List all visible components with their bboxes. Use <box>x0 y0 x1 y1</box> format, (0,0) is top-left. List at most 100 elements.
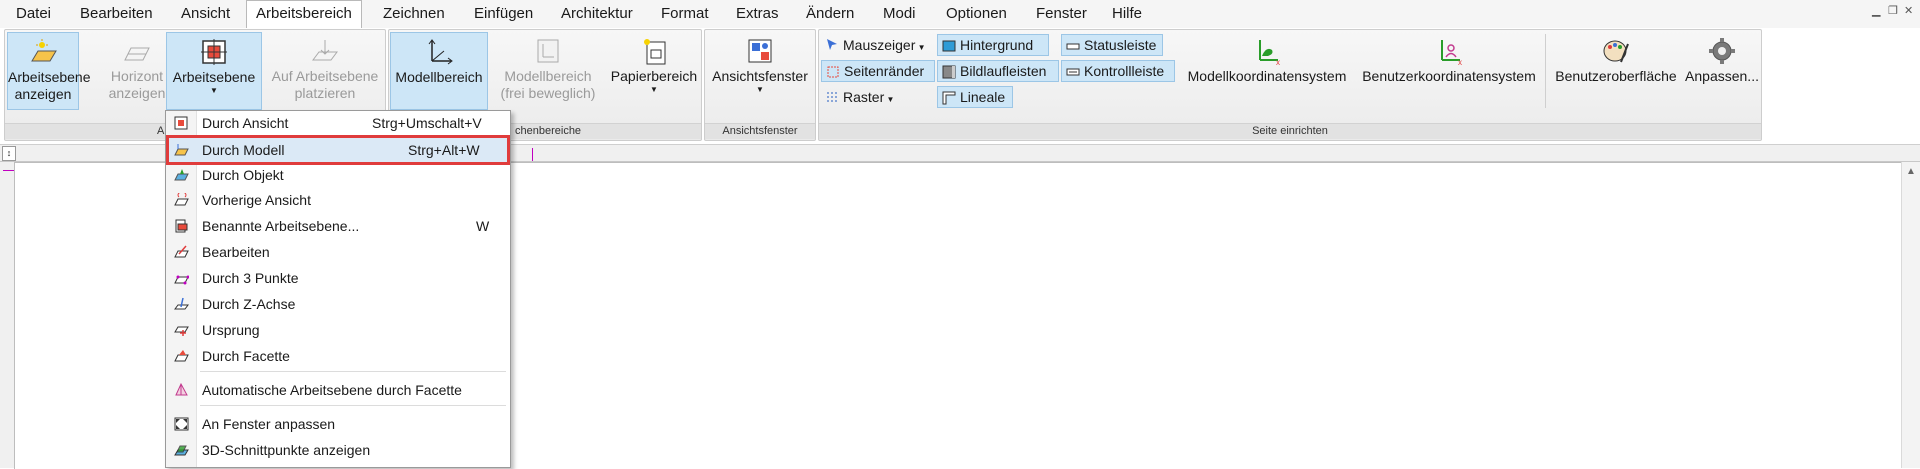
menu-item-automatische-arbeitsebene[interactable]: Automatische Arbeitsebene durch Facette <box>166 377 508 403</box>
menu-extras[interactable]: Extras <box>736 5 779 22</box>
label: Bildlaufleisten <box>960 63 1047 79</box>
show-workplane-icon <box>31 39 57 62</box>
menu-item-durch-modell[interactable]: Durch Modell Strg+Alt+W <box>166 137 508 163</box>
label: Mauszeiger <box>843 37 916 53</box>
menu-hilfe[interactable]: Hilfe <box>1112 5 1142 22</box>
item-label: Durch Z-Achse <box>202 296 296 312</box>
arbeitsebene-dropdown-button[interactable]: Arbeitsebene ▼ <box>166 32 262 110</box>
seitenraender-button[interactable]: Seitenränder <box>821 60 935 82</box>
label: Modellbereich <box>395 69 483 85</box>
modellkoordinatensystem-button[interactable]: x Modellkoordinatensystem <box>1179 32 1355 110</box>
raster-button[interactable]: Raster ▼ <box>821 86 901 108</box>
object-plane-icon <box>174 169 189 181</box>
item-label: Durch Modell <box>202 142 285 158</box>
benutzeroberflaeche-button[interactable]: Benutzeroberfläche <box>1549 32 1683 110</box>
ruler-cursor-marker <box>3 170 14 171</box>
edit-plane-icon <box>174 245 189 258</box>
close-button[interactable]: ✕ <box>1904 4 1913 17</box>
label: Seitenränder <box>844 63 925 79</box>
fit-window-icon <box>174 417 189 431</box>
ansichtsfenster-button[interactable]: Ansichtsfenster ▼ <box>707 32 813 110</box>
menu-item-durch-z-achse[interactable]: Durch Z-Achse <box>166 291 508 317</box>
vertical-ruler <box>0 162 15 468</box>
label: Benutzerkoordinatensystem <box>1362 68 1536 84</box>
three-points-icon <box>174 275 189 285</box>
label: Statusleiste <box>1084 37 1157 53</box>
user-coordinate-system-icon: x <box>1441 40 1462 66</box>
menu-zeichnen[interactable]: Zeichnen <box>383 5 445 22</box>
vertical-scrollbar[interactable]: ▲ <box>1901 162 1920 468</box>
view-plane-icon <box>174 116 188 130</box>
menu-architektur[interactable]: Architektur <box>561 5 633 22</box>
menu-ansicht[interactable]: Ansicht <box>181 5 230 22</box>
kontrollleiste-button[interactable]: Kontrollleiste <box>1061 60 1175 82</box>
background-icon <box>942 40 956 52</box>
label-line2: (frei beweglich) <box>500 85 596 101</box>
menu-item-an-fenster-anpassen[interactable]: An Fenster anpassen <box>166 411 508 437</box>
statusleiste-button[interactable]: Statusleiste <box>1061 34 1163 56</box>
item-label: Bearbeiten <box>202 244 270 260</box>
scroll-up-icon[interactable]: ▲ <box>1906 166 1916 177</box>
restore-button[interactable]: ❐ <box>1888 4 1898 17</box>
bildlaufleisten-button[interactable]: Bildlaufleisten <box>937 60 1059 82</box>
menu-format[interactable]: Format <box>661 5 709 22</box>
menu-einfuegen[interactable]: Einfügen <box>474 5 533 22</box>
menu-bearbeiten[interactable]: Bearbeiten <box>80 5 153 22</box>
menu-optionen[interactable]: Optionen <box>946 5 1007 22</box>
group-label: Seite einrichten <box>819 123 1761 139</box>
label: Hintergrund <box>960 37 1034 53</box>
label: Benutzeroberfläche <box>1555 68 1677 84</box>
anpassen-button[interactable]: Anpassen... <box>1685 32 1759 110</box>
item-shortcut: Strg+Alt+W <box>408 142 480 158</box>
menu-modi[interactable]: Modi <box>883 5 916 22</box>
modellbereich-frei-button[interactable]: Modellbereich (frei beweglich) <box>489 32 607 110</box>
menu-separator <box>200 371 506 372</box>
lineale-button[interactable]: Lineale <box>937 86 1013 108</box>
auf-arbeitsebene-platzieren-button[interactable]: Auf Arbeitsebene platzieren <box>265 32 385 110</box>
papierbereich-button[interactable]: Papierbereich ▼ <box>607 32 701 110</box>
benutzerkoordinatensystem-button[interactable]: x Benutzerkoordinatensystem <box>1357 32 1541 110</box>
minimize-button[interactable]: ▁ <box>1872 4 1880 17</box>
label-line1: Horizont <box>110 68 164 84</box>
menu-arbeitsbereich[interactable]: Arbeitsbereich <box>246 0 362 28</box>
menu-datei[interactable]: Datei <box>16 5 51 22</box>
z-axis-icon <box>174 297 189 310</box>
palette-icon <box>1603 40 1629 63</box>
group-ansichtsfenster: Ansichtsfenster ▼ Ansichtsfenster <box>704 29 816 141</box>
mauszeiger-button[interactable]: Mauszeiger ▼ <box>821 34 933 56</box>
ruler-origin-icon[interactable]: ↕ <box>2 146 16 161</box>
page-margins-icon <box>827 66 839 78</box>
menu-item-durch-objekt[interactable]: Durch Objekt <box>166 162 508 188</box>
item-label: Durch Facette <box>202 348 290 364</box>
menu-fenster[interactable]: Fenster <box>1036 5 1087 22</box>
group-label: Ansichtsfenster <box>705 123 815 139</box>
menu-aendern[interactable]: Ändern <box>806 5 854 22</box>
horizont-anzeigen-button[interactable]: Horizont anzeigen <box>105 32 169 110</box>
menu-item-durch-3-punkte[interactable]: Durch 3 Punkte <box>166 265 508 291</box>
workplane-grid-icon <box>201 39 227 65</box>
arbeitsebene-anzeigen-button[interactable]: Arbeitsebene anzeigen <box>7 32 91 110</box>
svg-text:x: x <box>1276 58 1280 66</box>
group-seite-einrichten: Mauszeiger ▼ Seitenränder Raster ▼ Hinte… <box>818 29 1762 141</box>
cursor-icon <box>827 39 837 50</box>
label: Arbeitsebene <box>172 69 256 85</box>
item-label: Ursprung <box>202 322 260 338</box>
menu-item-durch-facette[interactable]: Durch Facette <box>166 343 508 369</box>
menu-item-vorherige-ansicht[interactable]: Vorherige Ansicht <box>166 187 508 213</box>
modellbereich-button[interactable]: Modellbereich <box>390 32 488 110</box>
item-label: An Fenster anpassen <box>202 416 336 432</box>
menu-item-benannte-arbeitsebene[interactable]: Benannte Arbeitsebene... W <box>166 213 508 239</box>
dropdown-arrow-icon: ▼ <box>650 85 658 94</box>
hintergrund-button[interactable]: Hintergrund <box>937 34 1049 56</box>
label-line2: anzeigen <box>14 86 72 102</box>
horizon-icon <box>124 47 150 61</box>
item-shortcut: W <box>476 218 490 234</box>
menu-item-bearbeiten[interactable]: Bearbeiten <box>166 239 508 265</box>
label-line1: Modellbereich <box>504 68 592 84</box>
paper-space-icon <box>644 39 666 65</box>
label: Ansichtsfenster <box>712 68 808 84</box>
menu-item-3d-schnittpunkte[interactable]: 3D-Schnittpunkte anzeigen <box>166 437 508 463</box>
menu-item-durch-ansicht[interactable]: Durch Ansicht Strg+Umschalt+V <box>166 110 508 136</box>
menu-item-ursprung[interactable]: Ursprung <box>166 317 508 343</box>
item-label: Durch Ansicht <box>202 115 289 131</box>
